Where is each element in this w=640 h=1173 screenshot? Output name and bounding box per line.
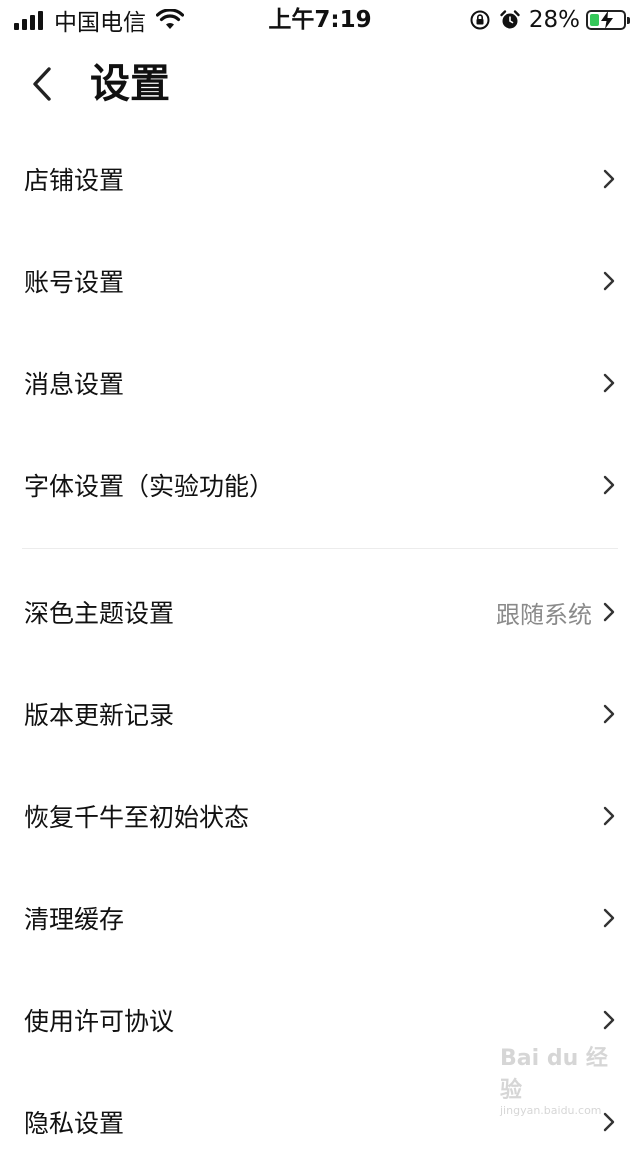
settings-row-version-history[interactable]: 版本更新记录: [0, 663, 640, 765]
chevron-right-icon: [603, 271, 615, 291]
battery-percent: 28%: [528, 7, 580, 33]
watermark-url: jingyan.baidu.com: [500, 1104, 602, 1117]
row-label: 恢复千牛至初始状态: [24, 803, 250, 832]
orientation-lock-icon: [470, 10, 490, 30]
row-label: 字体设置（实验功能）: [24, 472, 275, 501]
row-label: 版本更新记录: [24, 701, 175, 730]
chevron-right-icon: [603, 169, 615, 189]
settings-row-store[interactable]: 店铺设置: [0, 128, 640, 230]
settings-row-message[interactable]: 消息设置: [0, 332, 640, 434]
settings-row-account[interactable]: 账号设置: [0, 230, 640, 332]
alarm-icon: [500, 10, 520, 29]
settings-row-font[interactable]: 字体设置（实验功能）: [0, 434, 640, 536]
settings-row-reset[interactable]: 恢复千牛至初始状态: [0, 765, 640, 867]
settings-row-dark-theme[interactable]: 深色主题设置 跟随系统: [0, 561, 640, 663]
settings-list: 店铺设置 账号设置 消息设置 字体设置（实验功能） 深色主题设置 跟随系统 版本…: [0, 128, 640, 1173]
chevron-right-icon: [603, 602, 615, 622]
chevron-right-icon: [603, 908, 615, 928]
dark-theme-value: 跟随系统: [496, 600, 592, 629]
chevron-right-icon: [603, 373, 615, 393]
chevron-right-icon: [603, 1010, 615, 1030]
page-title: 设置: [90, 61, 170, 107]
status-bar: 中国电信 上午7:19 28%: [0, 0, 640, 40]
row-label: 账号设置: [24, 268, 125, 297]
status-bar-right: 28%: [461, 6, 630, 34]
chevron-right-icon: [603, 475, 615, 495]
row-label: 清理缓存: [24, 905, 125, 934]
nav-header: 设置: [0, 44, 640, 128]
watermark-logo: Bai du 经验: [500, 1046, 608, 1103]
row-label: 消息设置: [24, 370, 125, 399]
row-label: 深色主题设置: [24, 599, 175, 628]
back-button[interactable]: [22, 62, 62, 106]
row-label: 使用许可协议: [24, 1007, 175, 1036]
baidu-jingyan-watermark: Bai du 经验 jingyan.baidu.com: [500, 1040, 610, 1117]
battery-charging-icon: [586, 10, 630, 30]
settings-row-clear-cache[interactable]: 清理缓存: [0, 867, 640, 969]
charging-bolt-icon: [601, 11, 613, 29]
chevron-right-icon: [603, 704, 615, 724]
section-divider: [22, 548, 618, 549]
chevron-right-icon: [603, 806, 615, 826]
row-label: 店铺设置: [24, 166, 125, 195]
chevron-left-icon: [33, 67, 51, 101]
